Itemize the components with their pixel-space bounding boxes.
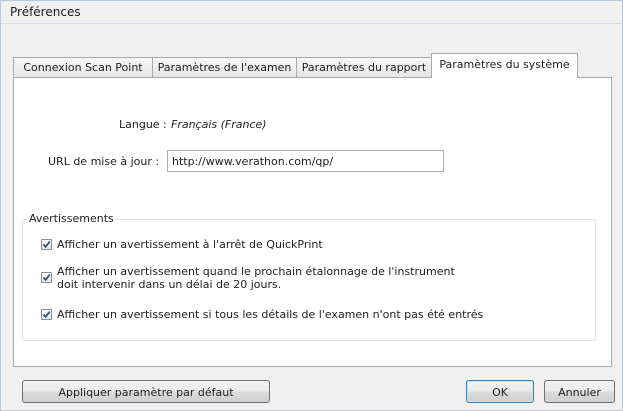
cancel-button[interactable]: Annuler [544,380,615,403]
warn-calibration-label-line1: Afficher un avertissement quand le proch… [57,265,455,278]
title-bar: Préférences [1,1,622,24]
warn-incomplete-exam-label: Afficher un avertissement si tous les dé… [57,308,484,321]
update-url-label: URL de mise à jour : [48,155,160,168]
tab-label: Paramètres de l'examen [157,61,292,74]
tab-system-settings[interactable]: Paramètres du système [431,53,578,78]
language-label: Langue : [119,118,167,131]
warn-calibration-label-line2: doit intervenir dans un délai de 20 jour… [57,278,282,291]
check-icon [42,241,51,249]
language-value: Français (France) [171,118,267,131]
tab-scan-point-connection[interactable]: Connexion Scan Point [13,57,153,77]
warnings-group-title: Avertissements [27,212,117,225]
warn-on-exit-label: Afficher un avertissement à l'arrêt de Q… [57,238,323,251]
ok-button[interactable]: OK [466,380,534,403]
warn-incomplete-exam-checkbox[interactable] [41,309,52,320]
tab-label: Paramètres du système [439,58,570,71]
apply-default-button[interactable]: Appliquer paramètre par défaut [22,380,270,403]
update-url-input[interactable] [167,150,444,172]
warn-on-exit-checkbox[interactable] [41,239,52,250]
window-title: Préférences [10,5,81,19]
check-icon [42,311,51,319]
tab-exam-settings[interactable]: Paramètres de l'examen [152,57,297,77]
preferences-window: Préférences Connexion Scan Point Paramèt… [0,0,623,411]
tab-label: Paramètres du rapport [301,61,427,74]
tab-label: Connexion Scan Point [23,61,143,74]
tab-report-settings[interactable]: Paramètres du rapport [296,57,432,77]
check-icon [42,274,51,282]
warn-calibration-checkbox[interactable] [41,272,52,283]
